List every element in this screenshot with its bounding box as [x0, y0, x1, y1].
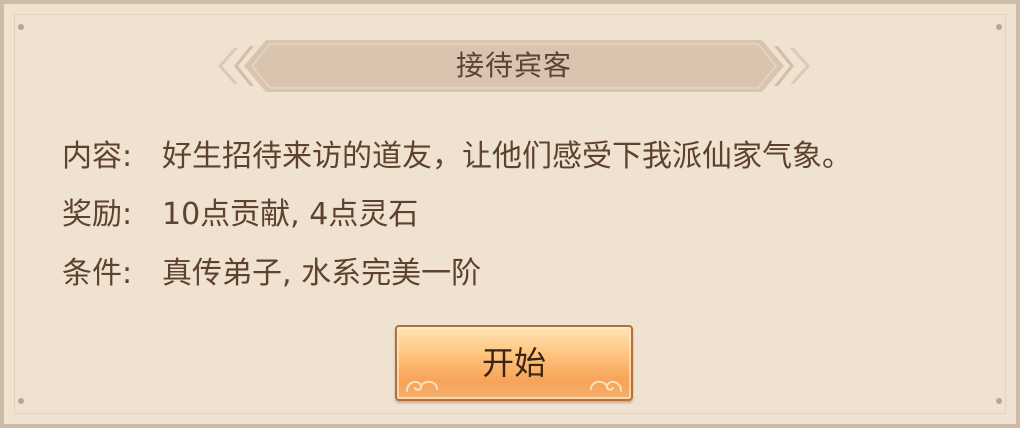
corner-stud-top-right: [996, 24, 1002, 30]
content-label: 内容:: [62, 139, 133, 174]
dialog-title: 接待宾客: [455, 49, 572, 82]
task-dialog-panel: 接待宾客 内容: 好生招待来访的道友，让他们感受下我派仙家气象。 奖励: 10点贡献…: [0, 0, 1020, 428]
reward-value: 10点贡献, 4点灵石: [162, 197, 419, 232]
reward-row: 奖励: 10点贡献, 4点灵石: [62, 193, 418, 237]
corner-stud-bottom-left: [18, 398, 24, 404]
title-banner: 接待宾客: [214, 36, 814, 96]
start-button-label: 开始: [481, 344, 546, 382]
condition-value: 真传弟子, 水系完美一阶: [162, 256, 482, 291]
corner-stud-top-left: [18, 24, 24, 30]
start-button[interactable]: 开始: [395, 325, 633, 401]
content-row: 内容: 好生招待来访的道友，让他们感受下我派仙家气象。: [62, 135, 852, 179]
content-value: 好生招待来访的道友，让他们感受下我派仙家气象。: [162, 139, 852, 174]
corner-stud-bottom-right: [996, 398, 1002, 404]
condition-row: 条件: 真传弟子, 水系完美一阶: [62, 252, 481, 296]
condition-label: 条件:: [62, 256, 133, 291]
reward-label: 奖励:: [62, 197, 133, 232]
